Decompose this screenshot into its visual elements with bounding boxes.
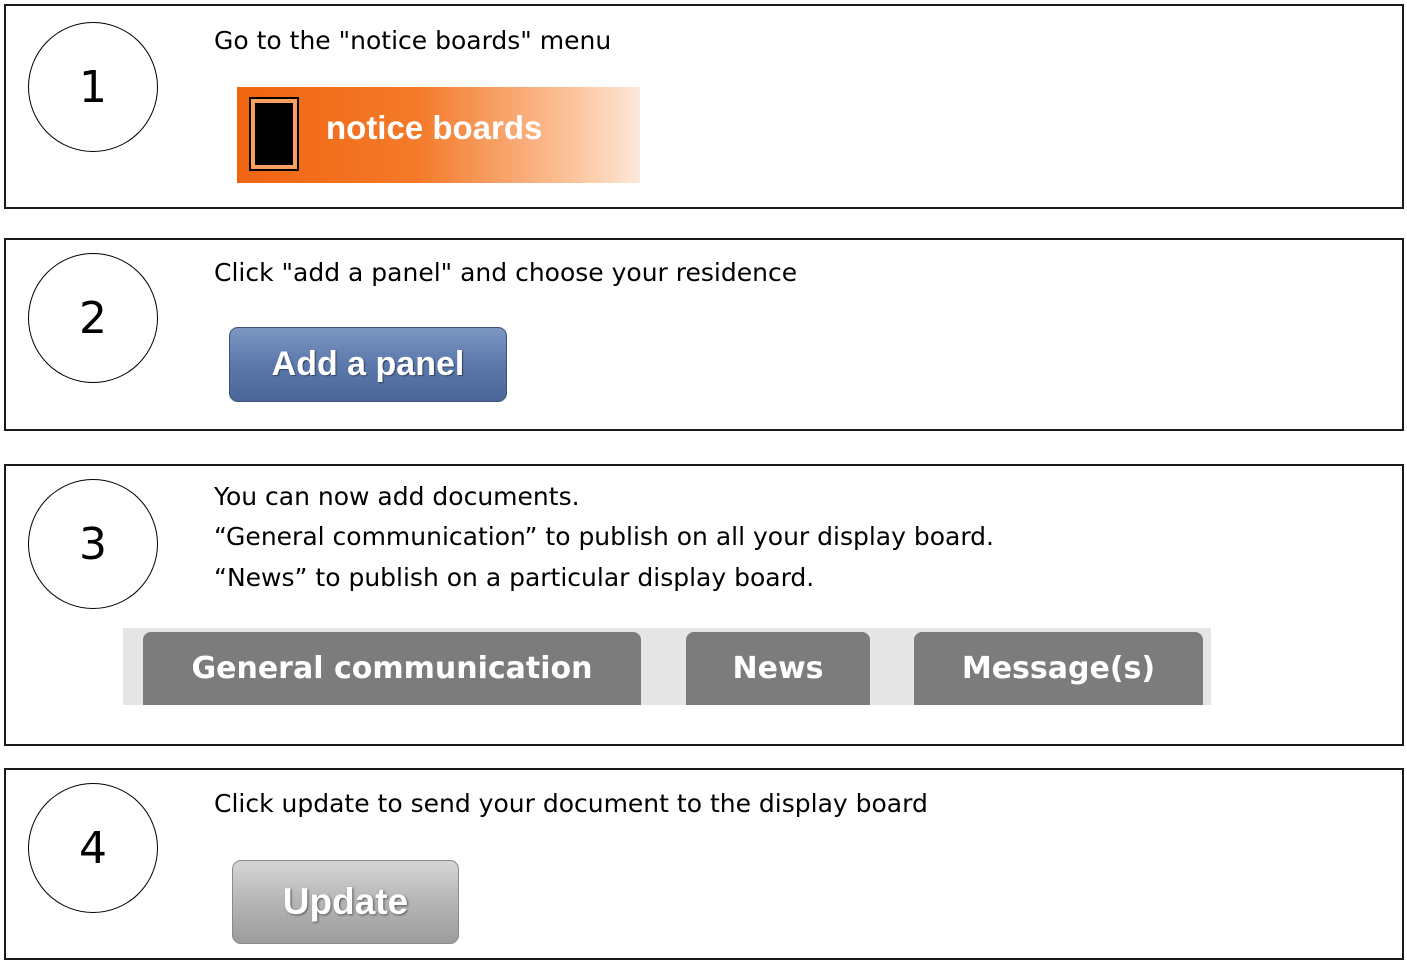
step-instruction: Click "add a panel" and choose your resi… (214, 258, 798, 287)
step-instruction: Click update to send your document to th… (214, 789, 928, 818)
document-tab-bar: General communication News Message(s) (123, 628, 1211, 705)
step-instruction-line-3: “News” to publish on a particular displa… (214, 563, 815, 592)
tab-general-communication[interactable]: General communication (143, 632, 641, 705)
step-3-box: 3 You can now add documents. “General co… (4, 464, 1404, 746)
step-instruction-line-1: You can now add documents. (214, 482, 580, 511)
step-instruction-line-2: “General communication” to publish on al… (214, 522, 994, 551)
step-2-box: 2 Click "add a panel" and choose your re… (4, 238, 1404, 431)
step-number-circle: 1 (28, 22, 158, 152)
step-number-circle: 4 (28, 783, 158, 913)
step-number-circle: 2 (28, 253, 158, 383)
update-button[interactable]: Update (232, 860, 459, 944)
notice-boards-label: notice boards (326, 109, 543, 146)
step-number-circle: 3 (28, 479, 158, 609)
tab-messages[interactable]: Message(s) (914, 632, 1203, 705)
add-panel-button[interactable]: Add a panel (229, 327, 507, 402)
step-4-box: 4 Click update to send your document to … (4, 768, 1404, 960)
notice-board-icon (251, 99, 297, 169)
step-instruction: Go to the "notice boards" menu (214, 26, 612, 55)
notice-boards-menu-button[interactable]: notice boards (237, 87, 640, 183)
step-1-box: 1 Go to the "notice boards" menu notice … (4, 4, 1404, 209)
tab-news[interactable]: News (686, 632, 870, 705)
